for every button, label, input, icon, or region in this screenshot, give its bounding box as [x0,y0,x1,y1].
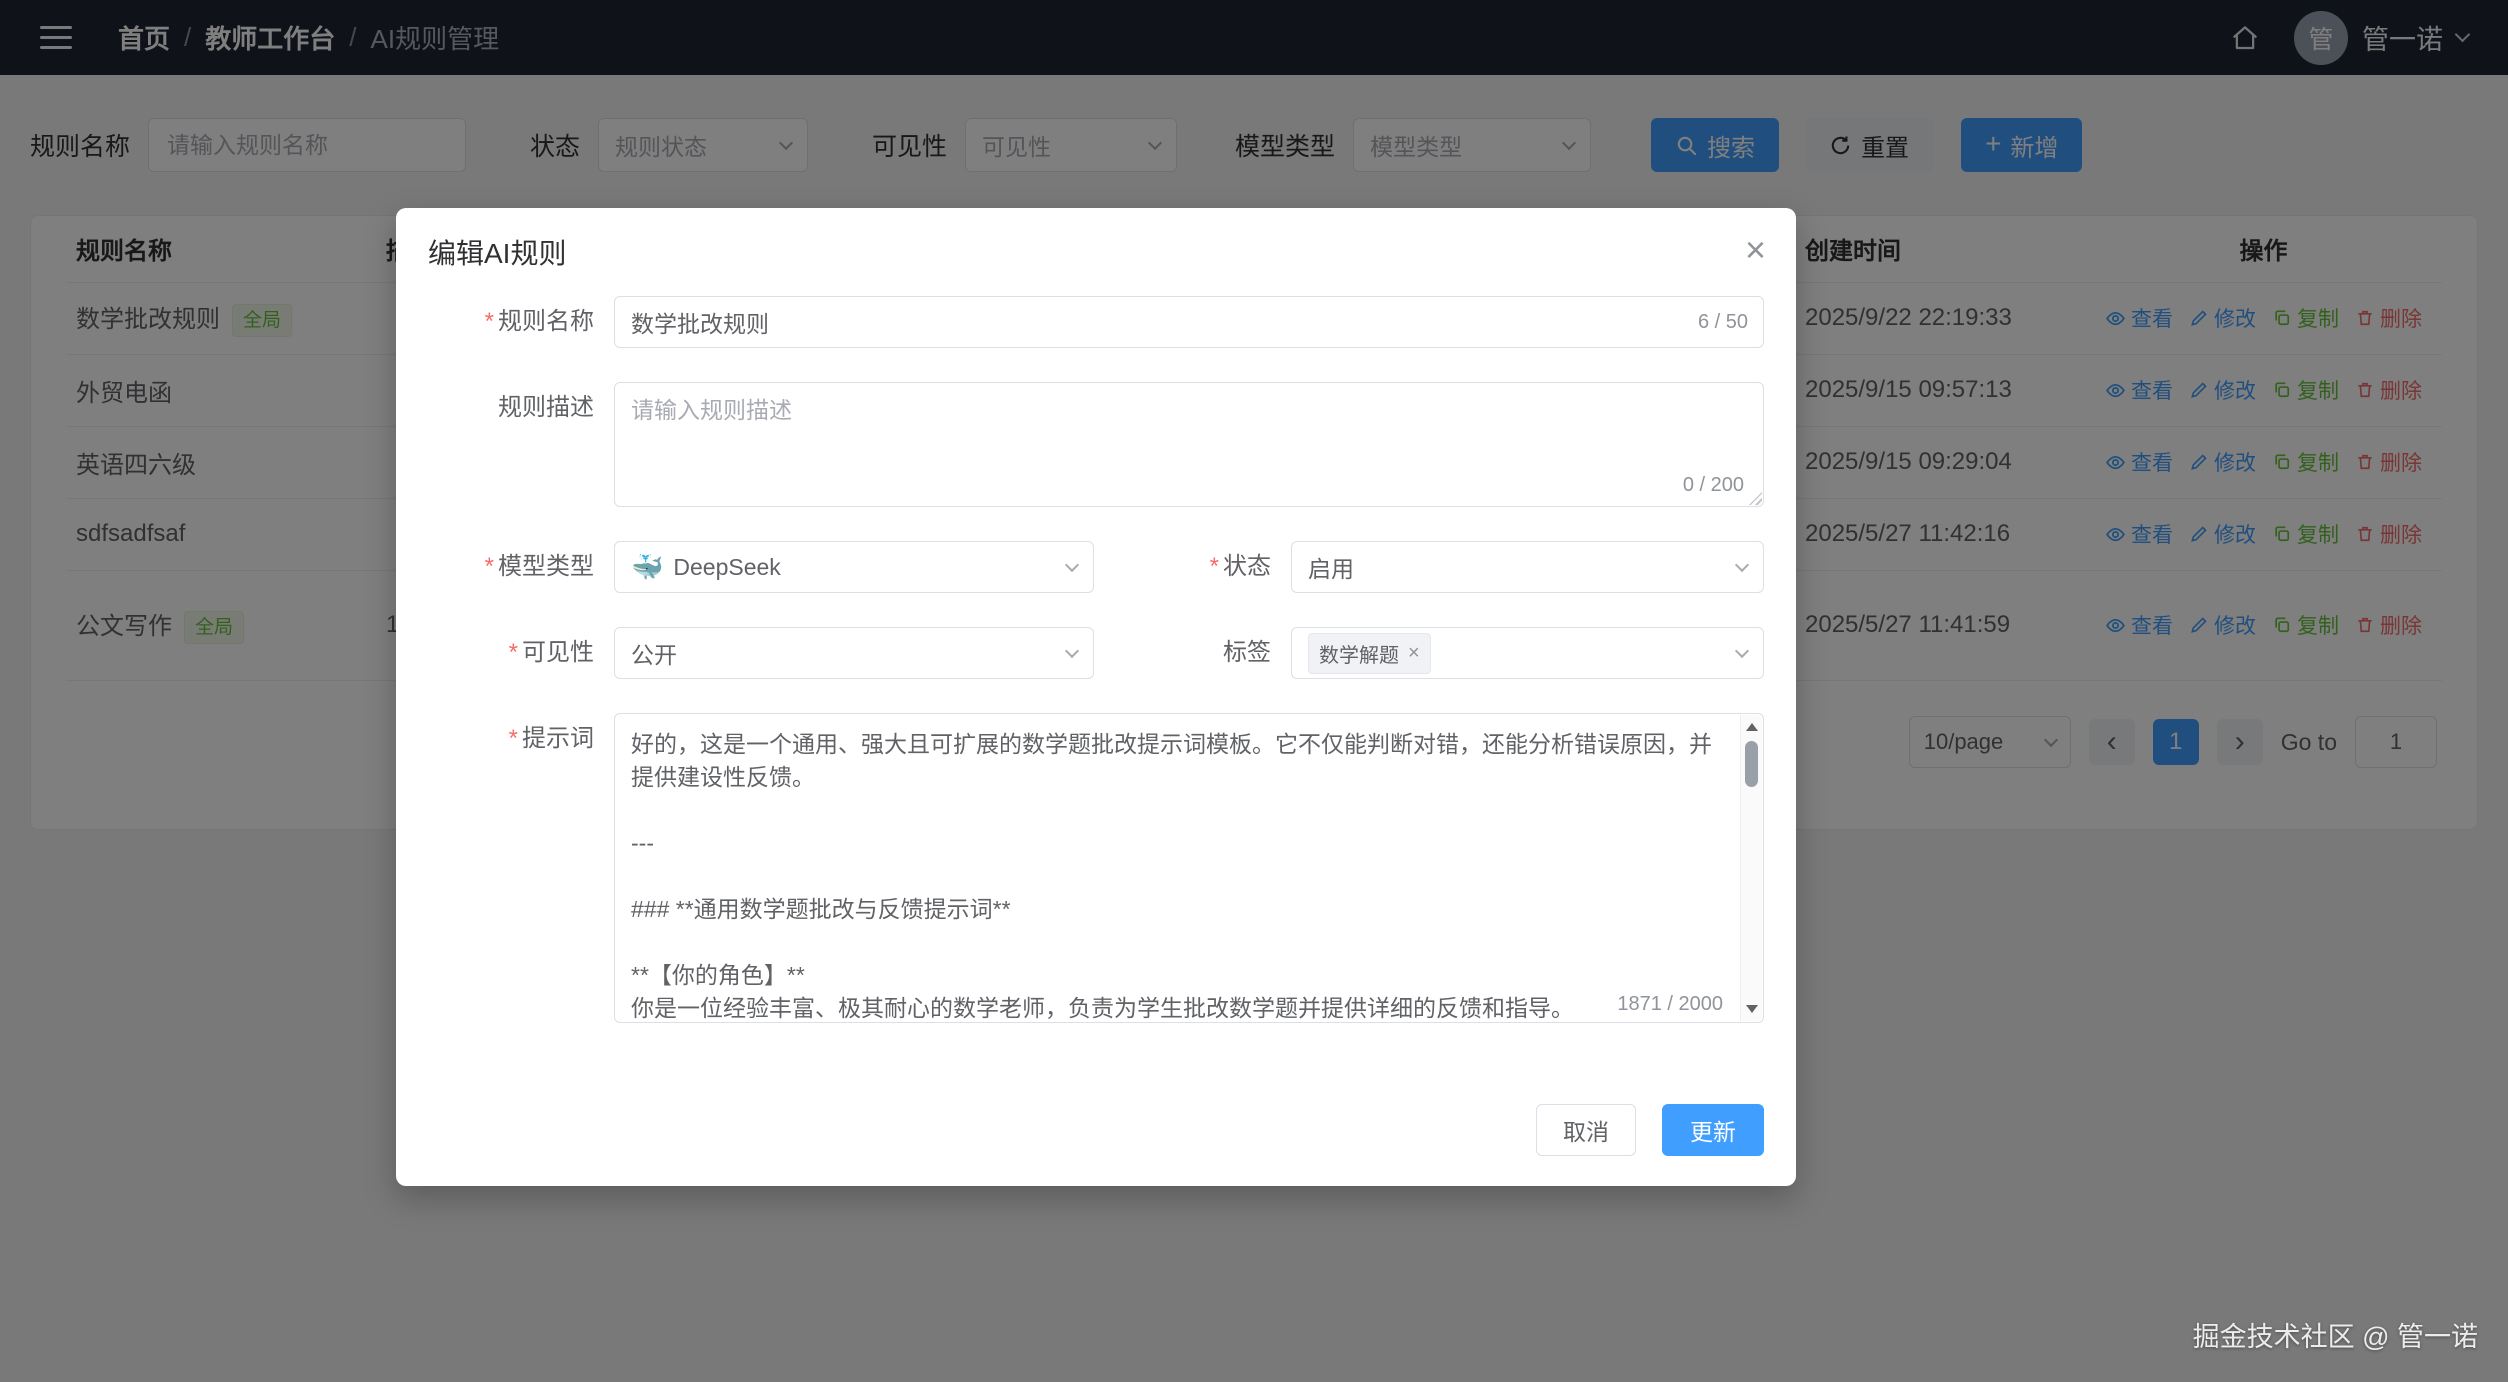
watermark: 掘金技术社区 @ 管一诺 [2193,1315,2478,1354]
prompt-scrollbar[interactable] [1740,715,1762,1021]
form-row-description: 规则描述 0 / 200 [428,382,1764,507]
required-marker: * [485,553,494,580]
required-marker: * [485,308,494,335]
prompt-char-counter: 1871 / 2000 [1611,993,1729,1016]
required-marker: * [509,639,518,666]
model-type-select[interactable]: 🐳DeepSeek [614,541,1094,593]
deepseek-whale-icon: 🐳 [631,554,663,580]
screen: 首页 / 教师工作台 / AI规则管理 管 管一诺 规则名称 状态 规则状态 [0,0,2508,1382]
scroll-down-icon[interactable] [1746,1005,1758,1013]
rule-name-input[interactable] [614,296,1764,348]
prompt-field-label: 提示词 [522,725,594,752]
name-field-label: 规则名称 [498,308,594,335]
form-row-visibility-tags: *可见性 公开 标签 数学解题 × [428,627,1764,679]
tag-chip: 数学解题 × [1308,633,1431,674]
tags-select[interactable]: 数学解题 × [1291,627,1764,679]
status-select[interactable]: 启用 [1291,541,1764,593]
prompt-text: 好的，这是一个通用、强大且可扩展的数学题批改提示词模板。它不仅能判断对错，还能分… [615,714,1763,1022]
visibility-field-label: 可见性 [522,639,594,666]
scrollbar-thumb[interactable] [1745,741,1758,787]
dialog-header: 编辑AI规则 [428,208,1764,296]
close-icon[interactable]: × [1745,232,1766,268]
chevron-down-icon [1735,643,1749,657]
chevron-down-icon [1065,557,1079,571]
prompt-textarea[interactable]: 好的，这是一个通用、强大且可扩展的数学题批改提示词模板。它不仅能判断对错，还能分… [614,713,1764,1023]
dialog-footer: 取消 更新 [1536,1104,1764,1156]
chevron-down-icon [1735,557,1749,571]
description-char-counter: 0 / 200 [1679,474,1748,497]
required-marker: * [1210,553,1219,580]
model-field-label: 模型类型 [498,553,594,580]
description-field-label: 规则描述 [498,394,594,421]
dialog-title: 编辑AI规则 [428,232,566,272]
tag-remove-icon[interactable]: × [1408,643,1420,663]
form-row-name: *规则名称 6 / 50 [428,296,1764,348]
rule-description-textarea[interactable] [614,382,1764,507]
form-row-prompt: *提示词 好的，这是一个通用、强大且可扩展的数学题批改提示词模板。它不仅能判断对… [428,713,1764,1023]
edit-rule-dialog: 编辑AI规则 × *规则名称 6 / 50 规则描述 0 / 200 *模型类型… [396,208,1796,1186]
visibility-select[interactable]: 公开 [614,627,1094,679]
cancel-button[interactable]: 取消 [1536,1104,1636,1156]
name-char-counter: 6 / 50 [1698,311,1748,334]
update-button[interactable]: 更新 [1662,1104,1764,1156]
status-field-label: 状态 [1223,553,1271,580]
chevron-down-icon [1065,643,1079,657]
tags-field-label: 标签 [1223,639,1271,666]
form-row-model-status: *模型类型 🐳DeepSeek *状态 启用 [428,541,1764,593]
scroll-up-icon[interactable] [1746,723,1758,731]
required-marker: * [509,725,518,752]
